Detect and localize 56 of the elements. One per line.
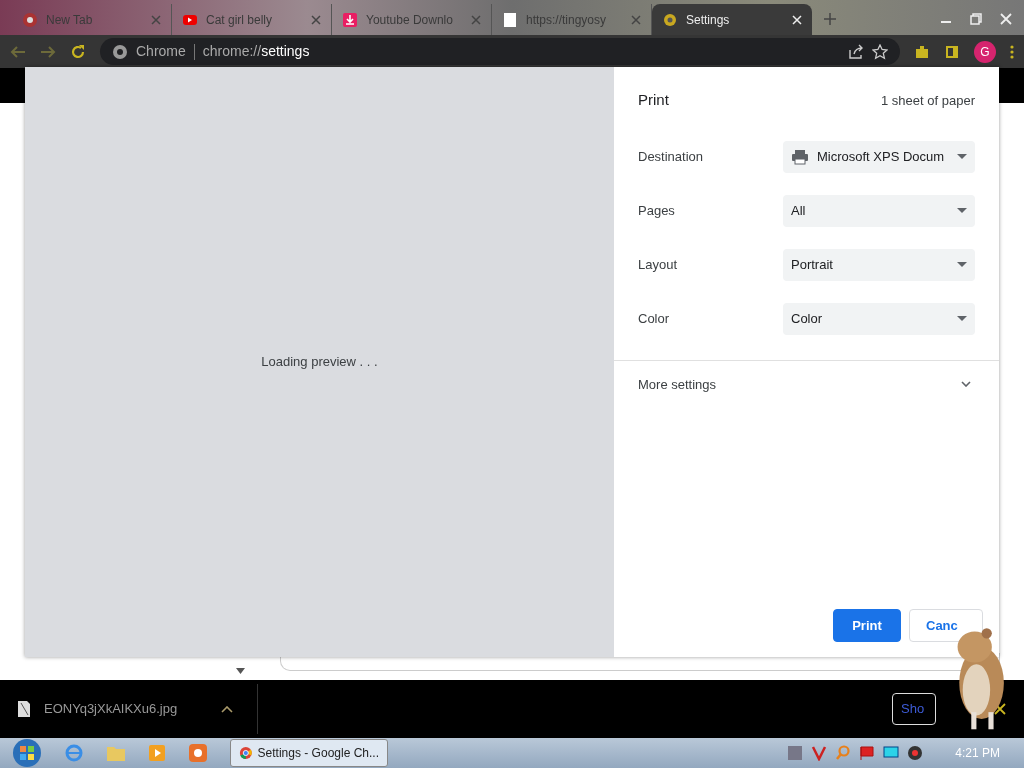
dropdown[interactable]: All bbox=[783, 194, 975, 227]
star-icon[interactable] bbox=[872, 43, 888, 60]
caret-icon bbox=[957, 262, 967, 267]
site-label: Chrome bbox=[136, 42, 186, 61]
url-text: chrome://settings bbox=[202, 42, 310, 61]
show-all-button[interactable]: Sho bbox=[892, 693, 936, 725]
back-arrow-icon[interactable] bbox=[10, 43, 26, 60]
media-player-icon[interactable] bbox=[148, 744, 166, 762]
setting-label: Destination bbox=[638, 147, 704, 166]
taskbar-window-button[interactable]: Settings - Google Ch... bbox=[230, 739, 388, 767]
file-icon bbox=[18, 701, 30, 717]
reload-icon[interactable] bbox=[70, 43, 86, 60]
monitor-icon[interactable] bbox=[883, 745, 900, 761]
setting-label: Layout bbox=[638, 255, 678, 274]
sheet-count: 1 sheet of paper bbox=[881, 91, 975, 110]
download-filename[interactable]: EONYq3jXkAIKXu6.jpg bbox=[44, 699, 178, 719]
tab-title: New Tab bbox=[46, 11, 94, 29]
caret-icon bbox=[957, 154, 967, 159]
dropdown[interactable]: Portrait bbox=[783, 248, 975, 281]
tab[interactable]: Settings bbox=[652, 4, 812, 35]
setting-label: Pages bbox=[638, 201, 675, 220]
more-settings-toggle[interactable]: More settings bbox=[614, 360, 999, 408]
caret-icon bbox=[957, 316, 967, 321]
forward-arrow-icon[interactable] bbox=[40, 43, 56, 60]
clock: 4:21 PM bbox=[955, 745, 1000, 762]
printer-icon bbox=[791, 148, 809, 165]
flag-icon[interactable] bbox=[859, 745, 876, 761]
start-orb-icon[interactable] bbox=[12, 738, 42, 768]
setting-label: Color bbox=[638, 309, 670, 328]
tab-title: Youtube Downlo bbox=[366, 11, 454, 29]
close-icon[interactable] bbox=[994, 703, 1006, 715]
profile-avatar[interactable]: G bbox=[974, 40, 996, 63]
tab-title: https://tingyosy bbox=[526, 11, 608, 29]
restore-icon[interactable] bbox=[970, 13, 982, 25]
tab-title: Cat girl belly bbox=[206, 11, 274, 29]
browser-e-icon[interactable] bbox=[64, 743, 84, 763]
scroll-arrow-icon[interactable] bbox=[236, 668, 245, 674]
v-logo-icon[interactable] bbox=[811, 745, 828, 761]
chevron-up-icon[interactable] bbox=[221, 705, 234, 713]
more-menu-icon[interactable] bbox=[1010, 43, 1014, 60]
dialog-title: Print bbox=[638, 90, 669, 110]
gear-icon bbox=[662, 11, 678, 28]
tab-title: Settings bbox=[686, 11, 731, 29]
print-button[interactable]: Print bbox=[833, 608, 901, 642]
cancel-button[interactable]: Canc bbox=[909, 608, 983, 642]
chevron-icon bbox=[961, 381, 971, 388]
dropdown[interactable]: Microsoft XPS Docum bbox=[783, 140, 975, 173]
new-tab-icon[interactable] bbox=[824, 13, 836, 25]
address-bar[interactable]: Chrome chrome://settings bbox=[100, 38, 900, 65]
share-icon[interactable] bbox=[848, 43, 864, 60]
side-panel-icon[interactable] bbox=[944, 43, 960, 60]
caret-icon bbox=[957, 208, 967, 213]
download-icon bbox=[342, 11, 358, 28]
page-icon bbox=[502, 11, 518, 28]
loading-text: Loading preview . . . bbox=[261, 353, 378, 372]
dropdown[interactable]: Color bbox=[783, 302, 975, 335]
